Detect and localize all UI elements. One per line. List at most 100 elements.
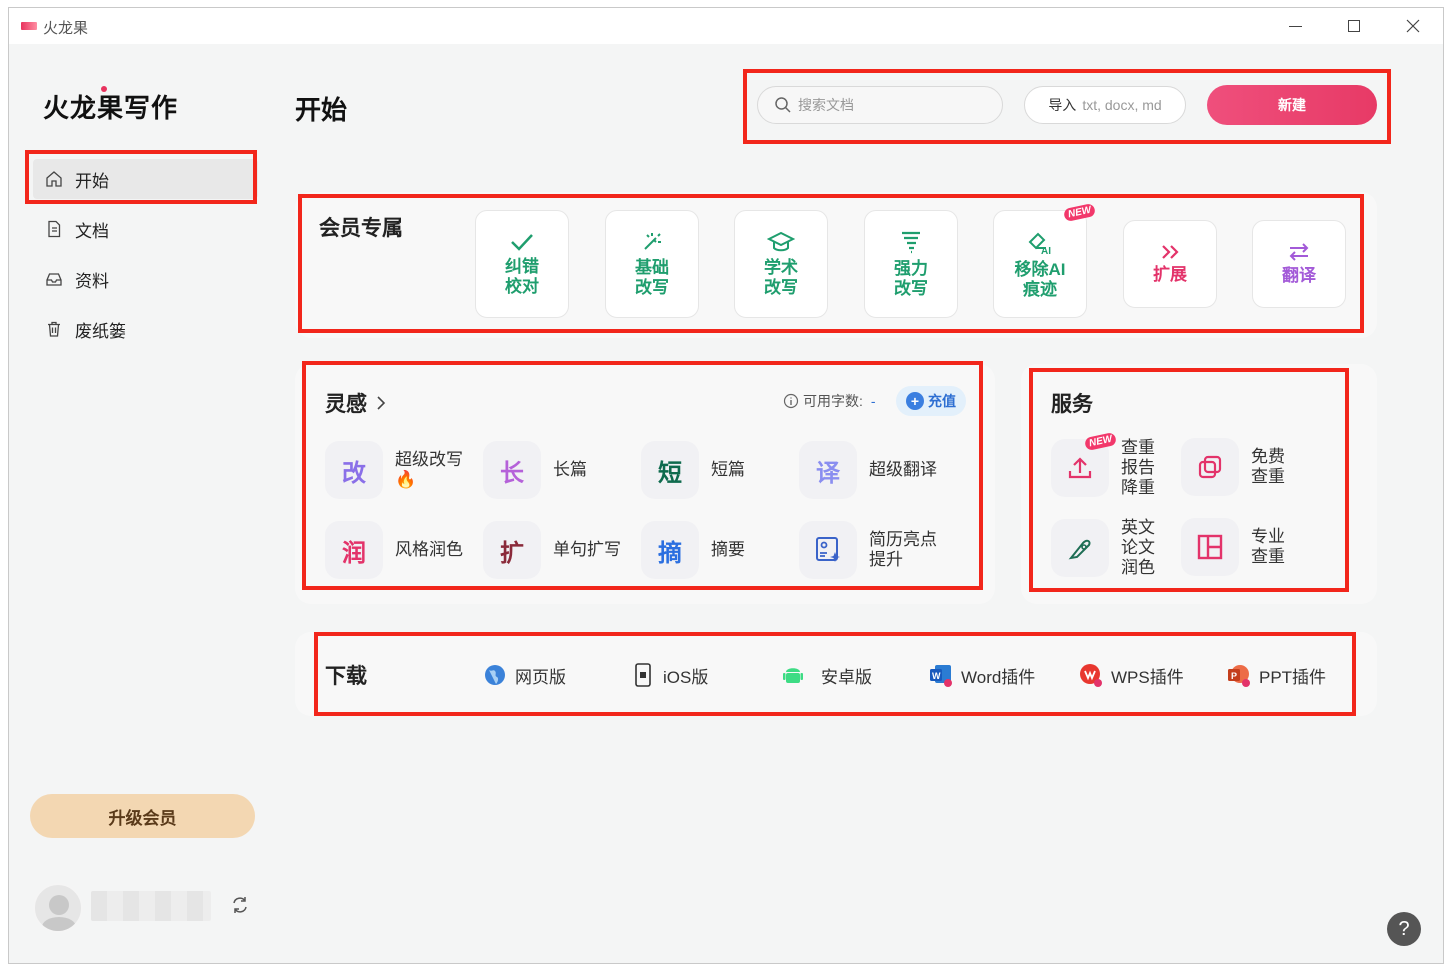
new-document-button[interactable]: 新建 [1207, 85, 1377, 125]
tile-academic-rewrite[interactable]: 学术 改写 [734, 210, 828, 318]
tile-remove-ai-trace[interactable]: AI 移除AI 痕迹 [993, 210, 1087, 318]
ppt-icon: P [1227, 663, 1251, 687]
sidebar-item-trash[interactable]: 废纸篓 [33, 309, 258, 349]
download-label: WPS插件 [1111, 667, 1184, 687]
double-chevron-right-icon [1162, 245, 1179, 259]
service-title: 服务 [1051, 393, 1093, 416]
help-button[interactable]: ? [1387, 912, 1421, 946]
summary-glyph-icon: 摘 [641, 521, 699, 579]
globe-icon [483, 663, 507, 687]
logo-dot [101, 86, 107, 92]
sidebar-item-start[interactable]: 开始 [33, 159, 258, 199]
service-english-polish[interactable]: 英文 论文 润色 [1051, 518, 1155, 578]
svg-text:P: P [1231, 671, 1237, 681]
tile-translate[interactable]: 翻译 [1252, 220, 1346, 308]
service-label: 免费 查重 [1251, 447, 1285, 486]
upgrade-membership-button[interactable]: 升级会员 [30, 794, 255, 838]
import-button[interactable]: 导入 txt, docx, md [1024, 86, 1186, 124]
tornado-icon [902, 231, 920, 254]
phone-icon [631, 663, 655, 687]
search-icon [775, 97, 791, 113]
tile-label: 基础 改写 [635, 258, 669, 297]
polish-glyph-icon: 润 [325, 521, 383, 579]
inspiration-item-style-polish[interactable]: 润 风格润色 [325, 520, 475, 580]
service-label: 英文 论文 润色 [1121, 518, 1155, 577]
sidebar-item-label: 资料 [75, 271, 109, 291]
inspiration-item-long[interactable]: 长 长篇 [483, 440, 633, 500]
search-input[interactable]: 搜索文档 [757, 86, 1003, 124]
tile-proofread[interactable]: 纠错 校对 [475, 210, 569, 318]
sidebar-item-label: 文档 [75, 221, 109, 241]
maximize-button[interactable] [1334, 13, 1374, 39]
sidebar-item-materials[interactable]: 资料 [33, 259, 258, 299]
minimize-icon [1288, 25, 1302, 27]
document-icon [45, 220, 63, 238]
inbox-icon [45, 270, 63, 288]
quota-label: 可用字数: [803, 393, 863, 409]
username-blurred [91, 891, 211, 921]
download-web[interactable]: 网页版 [483, 660, 566, 690]
service-pro-check[interactable]: 专业 查重 [1181, 518, 1285, 576]
recharge-button[interactable]: + 充值 [896, 386, 966, 416]
expand-glyph-icon: 扩 [483, 521, 541, 579]
maximize-icon [1348, 20, 1360, 32]
inspiration-item-label: 简历亮点提升 [869, 530, 937, 569]
download-ppt-plugin[interactable]: P PPT插件 [1227, 660, 1326, 690]
inspiration-title[interactable]: 灵感 [325, 388, 387, 418]
recharge-label: 充值 [928, 393, 956, 409]
close-icon [1406, 19, 1420, 33]
download-word-plugin[interactable]: W Word插件 [929, 660, 1035, 690]
svg-text:AI: AI [1041, 246, 1051, 256]
chevron-right-icon [377, 396, 385, 410]
inspiration-item-label: 短篇 [711, 460, 745, 479]
download-wps-plugin[interactable]: WPS插件 [1079, 660, 1184, 690]
minimize-button[interactable] [1275, 13, 1315, 39]
magic-wand-icon [644, 233, 661, 250]
tile-expand[interactable]: 扩展 [1123, 220, 1217, 308]
graduation-cap-icon [767, 231, 795, 252]
download-label: PPT插件 [1259, 667, 1327, 687]
download-android[interactable]: 安卓版 [781, 660, 872, 690]
long-glyph-icon: 长 [483, 441, 541, 499]
window-title: 火龙果 [43, 20, 89, 37]
trash-icon [45, 320, 63, 338]
service-free-check[interactable]: 免费 查重 [1181, 438, 1285, 496]
inspiration-item-label: 超级翻译 [869, 460, 937, 479]
tile-label: 纠错 校对 [505, 257, 539, 296]
tile-label: 翻译 [1282, 266, 1316, 285]
tile-basic-rewrite[interactable]: 基础 改写 [605, 210, 699, 318]
fire-icon: 🔥 [395, 470, 417, 489]
download-ios[interactable]: iOS版 [631, 660, 708, 690]
rewrite-glyph-icon: 改 [325, 441, 383, 499]
title-bar: 火龙果 [9, 8, 1443, 44]
tile-label: 强力 改写 [894, 259, 928, 298]
import-hint: txt, docx, md [1082, 97, 1162, 113]
tile-label: 学术 改写 [764, 258, 798, 297]
refresh-icon[interactable] [229, 894, 251, 916]
copy-icon [1181, 438, 1239, 496]
quota-info: 可用字数: - [783, 391, 876, 411]
inspiration-item-summary[interactable]: 摘 摘要 [641, 520, 791, 580]
close-button[interactable] [1393, 13, 1433, 39]
download-label: Word插件 [961, 667, 1036, 687]
inspiration-item-super-rewrite[interactable]: 改 超级改写 🔥 [325, 440, 475, 500]
plus-circle-icon: + [906, 392, 924, 410]
app-icon [21, 22, 37, 30]
inspiration-item-sentence-expand[interactable]: 扩 单句扩写 [483, 520, 633, 580]
inspiration-item-label: 超级改写 🔥 [395, 450, 463, 489]
wps-icon [1079, 663, 1103, 687]
inspiration-item-label: 摘要 [711, 540, 745, 559]
service-label: 查重 报告 降重 [1121, 438, 1155, 497]
download-label: iOS版 [663, 667, 709, 687]
page-title: 开始 [295, 95, 348, 125]
avatar[interactable] [33, 883, 83, 933]
inspiration-item-resume[interactable]: 简历亮点提升 [799, 520, 949, 580]
resume-sparkle-icon [799, 521, 857, 579]
inspiration-item-short[interactable]: 短 短篇 [641, 440, 791, 500]
search-placeholder: 搜索文档 [798, 97, 854, 113]
inspiration-item-super-translate[interactable]: 译 超级翻译 [799, 440, 949, 500]
download-title: 下载 [325, 665, 367, 688]
tile-strong-rewrite[interactable]: 强力 改写 [864, 210, 958, 318]
sidebar-item-documents[interactable]: 文档 [33, 209, 258, 249]
quota-value: - [870, 393, 876, 409]
